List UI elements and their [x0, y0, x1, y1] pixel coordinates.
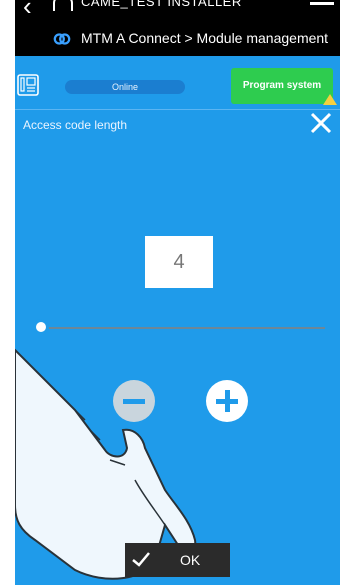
- ok-button[interactable]: OK: [125, 543, 230, 577]
- ok-label: OK: [180, 552, 201, 568]
- check-icon: [132, 552, 150, 567]
- back-icon[interactable]: ‹: [23, 0, 32, 19]
- program-system-button[interactable]: Program system: [231, 68, 333, 104]
- home-icon[interactable]: [53, 0, 73, 11]
- installer-name: CAME_TEST INSTALLER: [81, 0, 242, 9]
- connection-status: Online: [65, 80, 185, 94]
- close-icon[interactable]: [308, 110, 334, 136]
- came-connect-logo: [53, 33, 71, 45]
- device-monitor-icon[interactable]: [17, 74, 39, 96]
- app-screen: ‹ CAME_TEST INSTALLER MTM A Connect > Mo…: [15, 0, 340, 585]
- menu-icon[interactable]: [310, 2, 334, 5]
- breadcrumb-bar: MTM A Connect > Module management: [15, 22, 340, 56]
- divider: [15, 109, 340, 110]
- slider-track[interactable]: [35, 327, 325, 329]
- panel-title: Access code length: [23, 118, 128, 132]
- top-app-bar: ‹ CAME_TEST INSTALLER: [15, 0, 340, 22]
- warning-icon: [323, 94, 337, 105]
- breadcrumb[interactable]: MTM A Connect > Module management: [81, 30, 328, 46]
- value-display: 4: [145, 236, 213, 288]
- system-toolbar: Online Program system: [15, 56, 340, 110]
